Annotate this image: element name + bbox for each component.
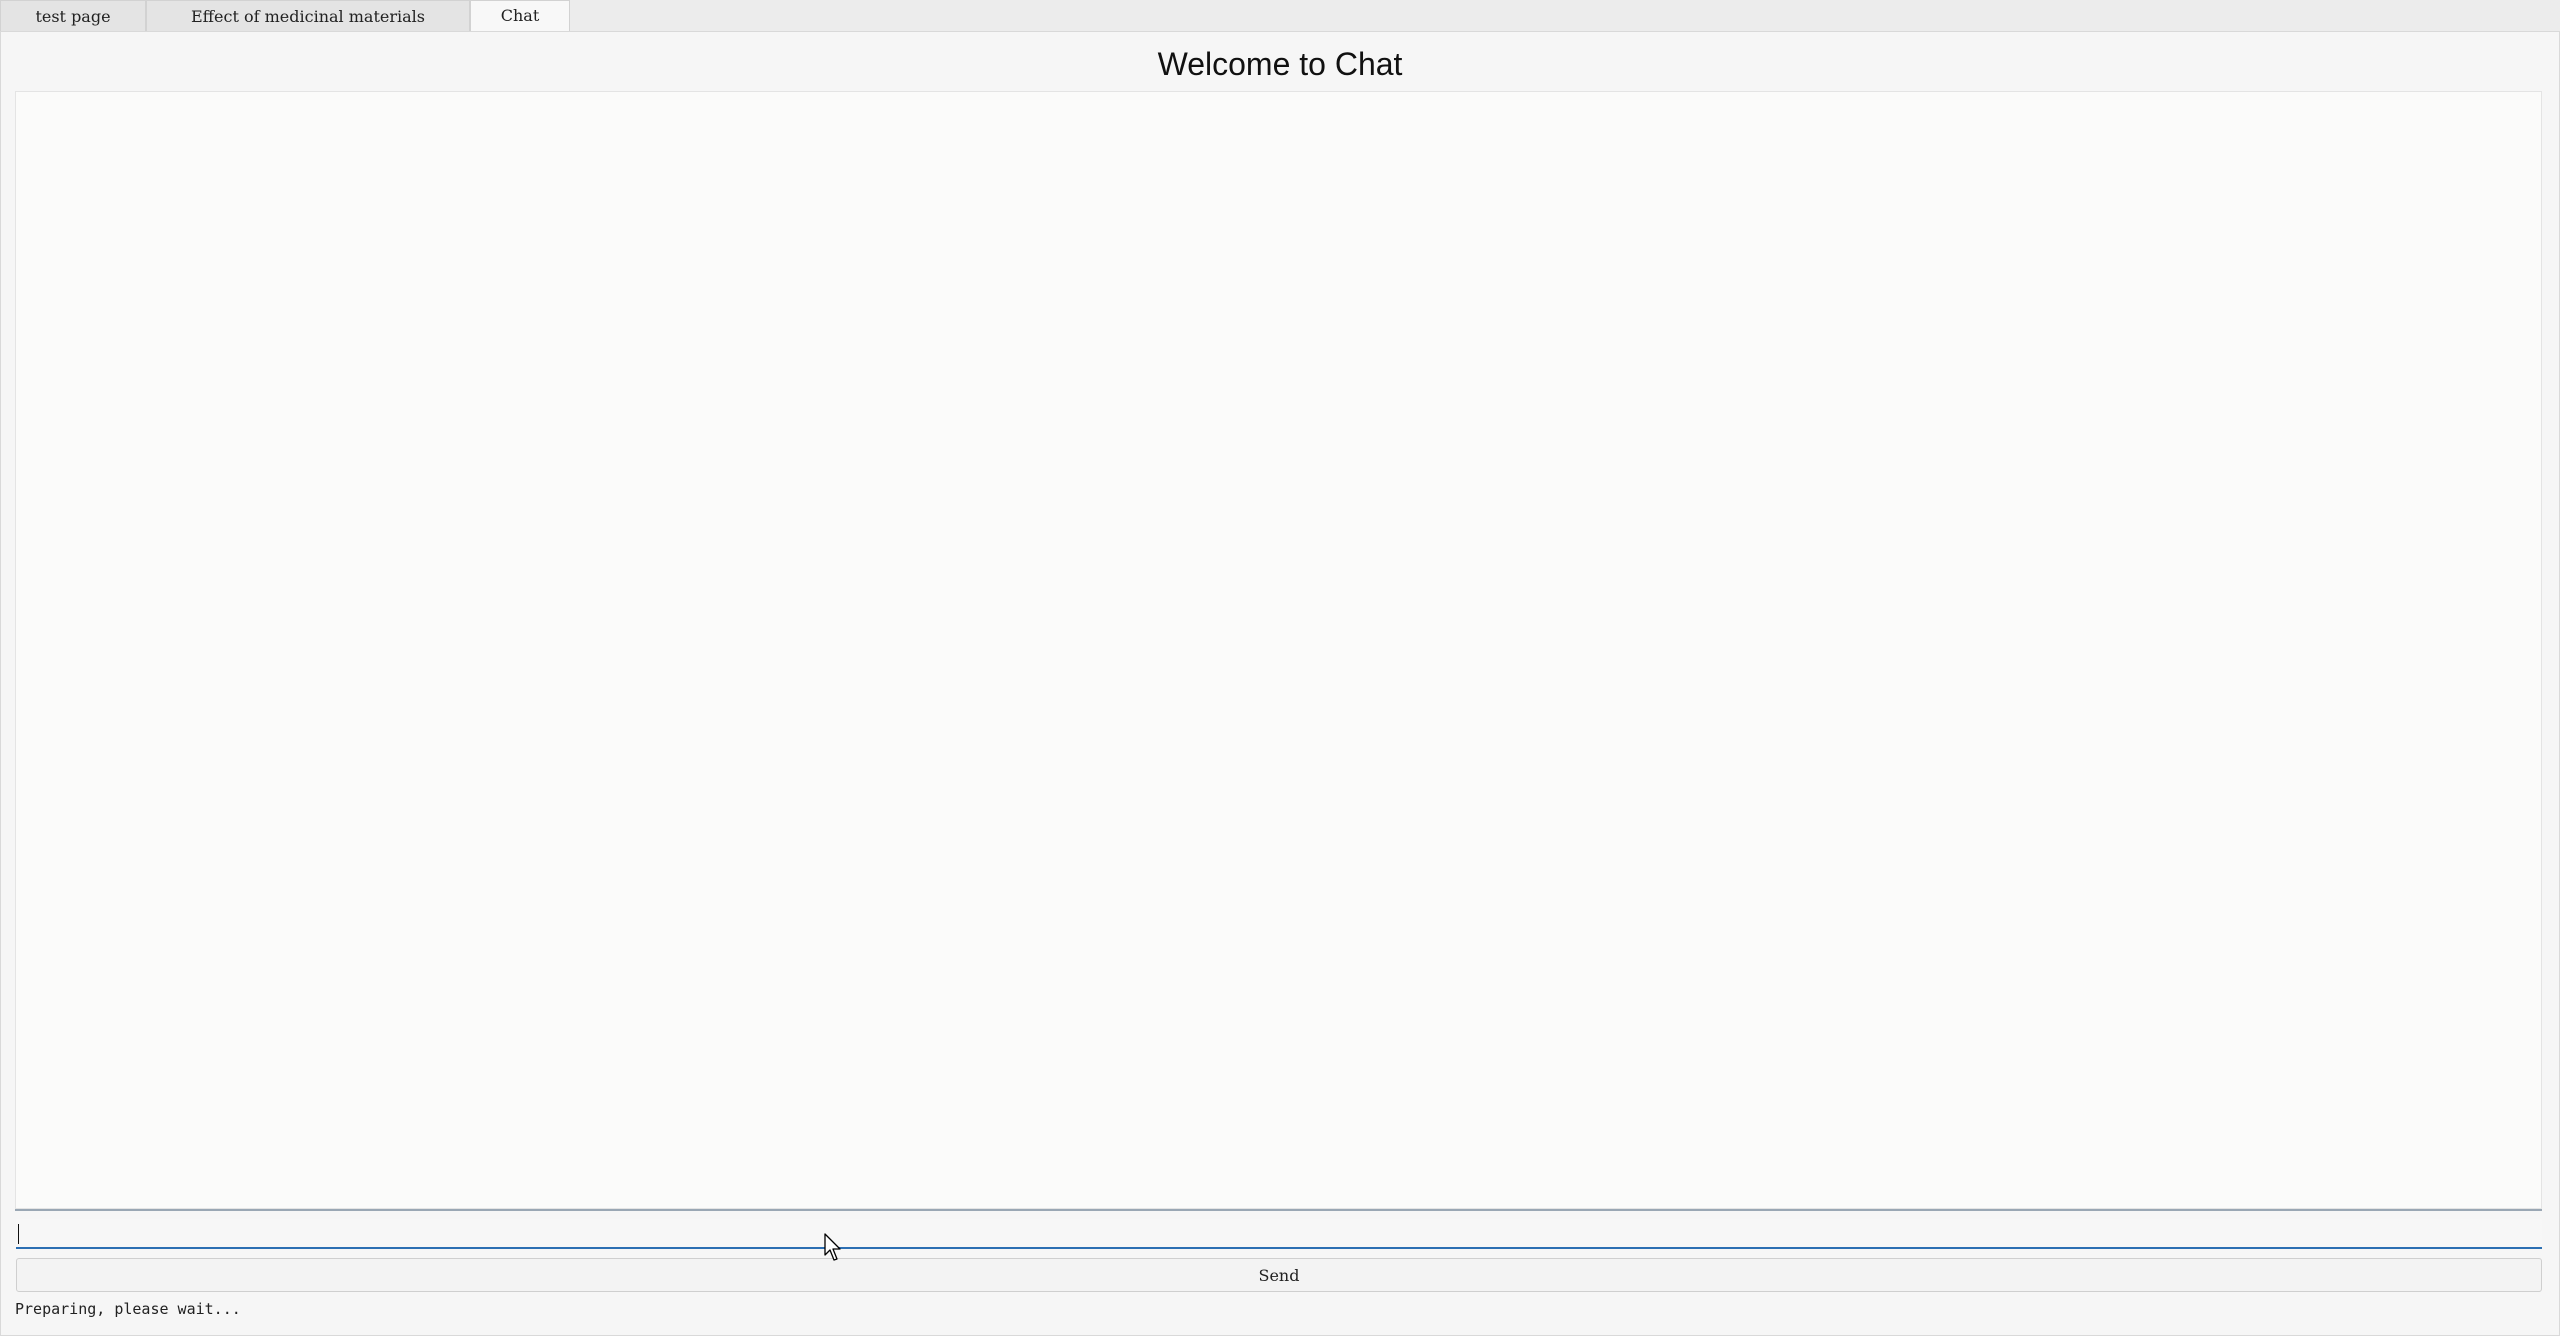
text-caret (18, 1224, 19, 1244)
tab-bar: test page Effect of medicinal materials … (0, 0, 2560, 32)
chat-log-divider (15, 1209, 2542, 1211)
page-title: Welcome to Chat (1157, 46, 1403, 82)
tab-test-page[interactable]: test page (0, 0, 146, 31)
tab-effect-of-medicinal-materials[interactable]: Effect of medicinal materials (146, 0, 470, 31)
chat-log[interactable] (15, 91, 2542, 1209)
send-button[interactable]: Send (16, 1258, 2542, 1292)
status-text: Preparing, please wait... (15, 1300, 241, 1318)
mouse-pointer-icon (824, 1233, 844, 1263)
tab-chat[interactable]: Chat (470, 0, 570, 32)
message-input[interactable] (16, 1219, 2542, 1249)
